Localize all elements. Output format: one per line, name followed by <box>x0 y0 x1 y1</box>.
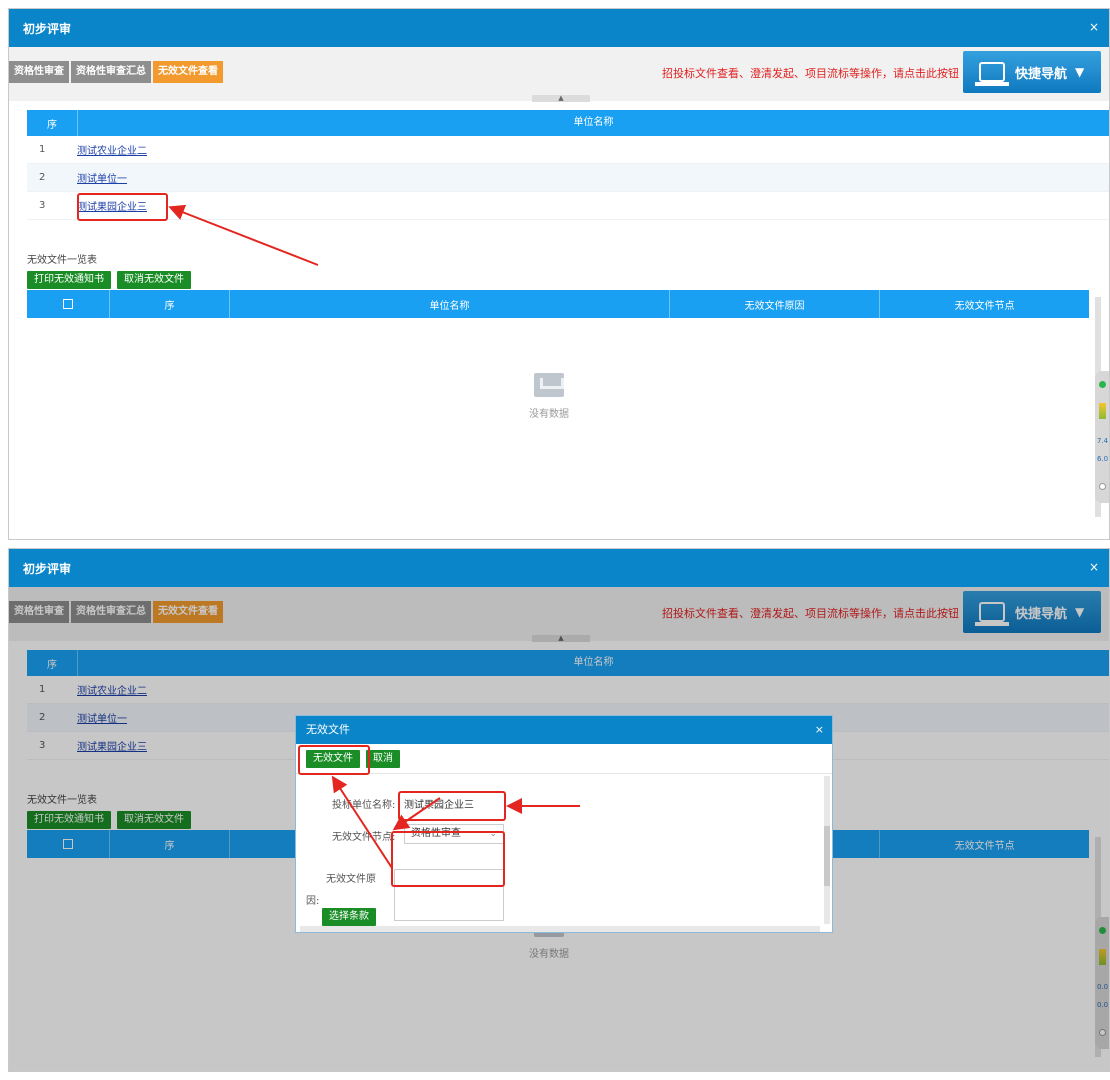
dialog-vertical-scrollbar[interactable] <box>824 776 830 924</box>
close-icon[interactable]: × <box>1089 560 1099 574</box>
dialog-horizontal-scrollbar[interactable] <box>300 926 820 932</box>
metric-value: 7.4 <box>1097 437 1109 445</box>
col-header-no: 序 <box>47 119 57 131</box>
empty-state: 没有数据 <box>529 373 569 420</box>
row-no: 3 <box>39 200 46 211</box>
select-all-checkbox[interactable] <box>63 299 73 309</box>
col-header-unit-name: 单位名称 <box>77 110 1109 136</box>
unit-link[interactable]: 测试果园企业三 <box>77 202 147 213</box>
side-status-widget[interactable]: 7.4 6.0 <box>1095 371 1109 503</box>
dialog-titlebar: 无效文件 × <box>296 716 832 744</box>
node-select[interactable]: 资格性审查 ⌄ <box>404 824 504 844</box>
dialog-toolbar: 无效文件 取消 <box>296 744 832 774</box>
computer-icon <box>975 62 1009 86</box>
target-icon <box>1099 483 1106 490</box>
col-header-reason: 无效文件原因 <box>669 290 879 318</box>
confirm-invalid-button[interactable]: 无效文件 <box>306 749 360 768</box>
reason-label: 无效文件原 <box>326 874 376 885</box>
collapse-toggle[interactable]: ▲ <box>532 95 590 102</box>
bidder-value: 测试果园企业三 <box>404 800 474 811</box>
titlebar-pointer <box>45 9 63 10</box>
window-titlebar: 初步评审 × <box>9 549 1109 587</box>
col-header-unit-name: 单位名称 <box>229 290 669 318</box>
chevron-down-icon: ▼ <box>1075 65 1085 79</box>
dialog-form: 投标单位名称: 测试果园企业三 无效文件节点: 资格性审查 ⌄ 无效文件原 因:… <box>296 774 832 932</box>
col-header-no: 序 <box>109 290 229 318</box>
quick-nav-label: 快捷导航 <box>1015 66 1068 82</box>
review-window-before: 初步评审 × 资格性审查 资格性审查汇总 无效文件查看 招投标文件查看、澄清发起… <box>8 8 1110 540</box>
table-row: 1 测试农业企业二 <box>27 136 1109 164</box>
close-icon[interactable]: × <box>1089 20 1099 34</box>
choose-clause-button[interactable]: 选择条款 <box>322 908 376 926</box>
tab-qualification-summary[interactable]: 资格性审查汇总 <box>71 61 151 83</box>
row-no: 2 <box>39 172 46 183</box>
tab-invalid-files[interactable]: 无效文件查看 <box>153 61 223 83</box>
node-label: 无效文件节点: <box>332 832 396 843</box>
dialog-cancel-button[interactable]: 取消 <box>366 749 400 768</box>
empty-text: 没有数据 <box>529 409 569 420</box>
cancel-invalid-file-button[interactable]: 取消无效文件 <box>117 271 191 289</box>
invalid-table: 序 单位名称 无效文件原因 无效文件节点 <box>27 290 1089 318</box>
invalid-list-title: 无效文件一览表 <box>27 255 97 266</box>
col-header-node: 无效文件节点 <box>879 290 1089 318</box>
reason-textarea[interactable] <box>394 869 504 921</box>
metric-value: 6.0 <box>1097 455 1109 463</box>
chevron-down-icon: ⌄ <box>489 829 497 839</box>
unit-table: 序 单位名称 1 测试农业企业二 2 测试单位一 3 测试果园企业三 <box>27 110 1109 220</box>
quick-nav-hint: 招投标文件查看、澄清发起、项目流标等操作，请点击此按钮 <box>662 67 959 80</box>
window-titlebar: 初步评审 × <box>9 9 1109 47</box>
unit-link[interactable]: 测试农业企业二 <box>77 146 147 157</box>
table-row: 2 测试单位一 <box>27 164 1109 192</box>
window-title: 初步评审 <box>23 21 72 36</box>
reason-label-cont: 因: <box>306 896 320 907</box>
table-row: 3 测试果园企业三 <box>27 192 1109 220</box>
level-bar-icon <box>1099 403 1106 419</box>
tab-qualification-review[interactable]: 资格性审查 <box>9 61 69 83</box>
inbox-icon <box>534 373 564 397</box>
bidder-label: 投标单位名称: <box>332 800 396 811</box>
node-select-value: 资格性审查 <box>411 828 461 839</box>
window-title: 初步评审 <box>23 561 72 576</box>
unit-table-header: 序 单位名称 <box>27 110 1109 136</box>
invalid-file-dialog: 无效文件 × 无效文件 取消 投标单位名称: 测试果园企业三 无效文件节点: 资… <box>295 715 833 933</box>
tab-toolbar: 资格性审查 资格性审查汇总 无效文件查看 招投标文件查看、澄清发起、项目流标等操… <box>9 47 1109 102</box>
titlebar-pointer <box>45 549 63 550</box>
status-dot-icon <box>1099 381 1106 388</box>
print-invalid-notice-button[interactable]: 打印无效通知书 <box>27 271 111 289</box>
dialog-close-icon[interactable]: × <box>815 716 824 744</box>
review-window-with-dialog: 初步评审 × 资格性审查 资格性审查汇总 无效文件查看 招投标文件查看、澄清发起… <box>8 548 1110 1072</box>
unit-link[interactable]: 测试单位一 <box>77 174 127 185</box>
invalid-table-header: 序 单位名称 无效文件原因 无效文件节点 <box>27 290 1089 318</box>
quick-nav-button[interactable]: 快捷导航 ▼ <box>963 51 1101 93</box>
row-no: 1 <box>39 144 46 155</box>
dialog-title: 无效文件 <box>306 723 350 736</box>
